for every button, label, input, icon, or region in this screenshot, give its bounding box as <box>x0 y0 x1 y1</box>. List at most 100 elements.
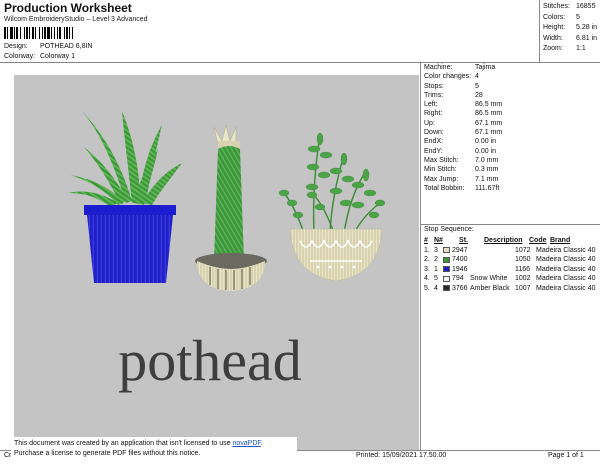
spec-value: 7.1 mm <box>475 175 499 183</box>
colorway-row: Colorway: Colorway 1 <box>4 53 75 60</box>
notice-text: This document was created by an applicat… <box>14 440 233 447</box>
spec-value: 67.1 mm <box>475 119 503 127</box>
spec-row: Up: 67.1 mm <box>424 119 502 128</box>
stop-sequence-title: Stop Sequence: <box>424 226 474 233</box>
summary-row: Stitches: 16855 <box>543 2 597 13</box>
summary-label: Height: <box>543 24 566 31</box>
stitch-cell: 794 <box>443 274 470 284</box>
summary-row: Width: 6.81 in <box>543 34 597 45</box>
summary-value: 6.81 in <box>576 34 598 42</box>
summary-value: 5 <box>576 13 580 21</box>
needle-number: 1 <box>434 265 438 273</box>
spec-label: Trims: <box>424 91 444 99</box>
thread-brand: Madeira Classic 40 <box>536 265 596 273</box>
stop-sequence-table: # N# St. Description Code Brand 1. 3 2947 1… <box>424 236 600 293</box>
spec-row: Stops: 5 <box>424 82 502 91</box>
thread-brand: Madeira Classic 40 <box>536 246 596 254</box>
needle-number: 3 <box>434 246 438 254</box>
spec-value: 28 <box>475 91 483 99</box>
needle-number: 5 <box>434 275 438 282</box>
col-header: Description <box>484 237 523 244</box>
stitch-count: 3766 <box>452 284 468 292</box>
spec-label: Total Bobbin: <box>424 184 465 192</box>
spec-label: Right: <box>424 110 443 118</box>
spec-row: Machine: Tajima <box>424 63 502 72</box>
spec-row: EndY: 0.00 in <box>424 147 502 156</box>
spec-label: Down: <box>424 129 444 137</box>
spec-value: 0.00 in <box>475 147 497 155</box>
spec-value: 67.1 mm <box>475 129 503 137</box>
stop-row: 3. 1 1946 1166 Madeira Classic 40 <box>424 265 600 275</box>
page-title: Production Worksheet <box>4 1 132 15</box>
stop-row: 1. 3 2947 1072 Madeira Classic 40 <box>424 246 600 256</box>
summary-value: 1:1 <box>576 45 586 52</box>
thread-code: 1007 <box>515 284 531 292</box>
stitch-cell: 3766 <box>443 284 470 294</box>
color-swatch <box>443 247 450 254</box>
spec-value: 7.0 mm <box>475 156 499 164</box>
succulent-plant <box>278 132 386 282</box>
machine-specs: Machine: Tajima Color changes: 4 Stops: 5 Trim… <box>424 63 502 193</box>
stop-sequence-header: # N# St. Description Code Brand <box>424 236 600 246</box>
stitch-cell: 1946 <box>443 265 470 275</box>
stitch-count: 794 <box>452 275 464 282</box>
aloe-plant <box>68 111 182 283</box>
spec-label: Up: <box>424 119 435 127</box>
col-header: St. <box>459 237 468 244</box>
stop-index: 5. <box>424 284 430 292</box>
spec-label: Stops: <box>424 82 444 90</box>
spec-value: 111.67ft <box>475 184 500 192</box>
spec-label: Max Jump: <box>424 175 459 183</box>
summary-value: 5.28 in <box>576 24 598 31</box>
spec-row: Trims: 28 <box>424 91 502 100</box>
summary-label: Stitches: <box>543 3 570 10</box>
spec-label: Left: <box>424 101 438 109</box>
spec-row: Total Bobbin: 111.67ft <box>424 184 502 193</box>
thread-description: Amber Black <box>470 284 510 292</box>
stop-row: 5. 4 3766 Amber Black 1007 Madeira Classic 40 <box>424 284 600 294</box>
summary-label: Width: <box>543 34 563 42</box>
col-header: Brand <box>550 237 571 244</box>
design-label: Design: <box>4 43 28 50</box>
pothead-text: pothead <box>118 328 302 393</box>
design-preview: pothead <box>14 75 419 450</box>
spec-row: Color changes: 4 <box>424 72 502 81</box>
stitch-cell: 2947 <box>443 246 470 256</box>
printed-timestamp: Printed: 15/09/2021 17.50.00 <box>356 452 447 459</box>
stop-index: 2. <box>424 256 430 263</box>
spec-label: Color changes: <box>424 73 472 81</box>
stop-index: 4. <box>424 275 430 282</box>
spec-row: EndX: 0.00 in <box>424 137 502 146</box>
spec-row: Max Stitch: 7.0 mm <box>424 156 502 165</box>
spec-row: Down: 67.1 mm <box>424 128 502 137</box>
col-header: Code <box>529 237 547 244</box>
novapdf-link[interactable]: novaPDF <box>232 440 260 447</box>
summary-row: Height: 5.28 in <box>543 23 597 34</box>
cactus-plant <box>195 124 267 291</box>
spec-label: EndY: <box>424 147 443 155</box>
stitch-count: 1946 <box>452 265 468 273</box>
summary-label: Zoom: <box>543 45 563 52</box>
divider <box>420 62 421 450</box>
summary-row: Colors: 5 <box>543 13 597 24</box>
col-header: N# <box>434 237 443 244</box>
colorway-value: Colorway 1 <box>39 53 75 60</box>
divider <box>539 0 540 62</box>
color-swatch <box>443 275 450 282</box>
needle-number: 4 <box>434 284 438 292</box>
spec-label: Machine: <box>424 64 453 71</box>
thread-brand: Madeira Classic 40 <box>536 284 596 292</box>
colorway-label: Colorway: <box>4 53 36 60</box>
summary-stats: Stitches: 16855 Colors: 5 Height: 5.28 in W… <box>543 2 597 55</box>
stop-index: 3. <box>424 265 430 273</box>
color-swatch <box>443 285 450 292</box>
spec-value: 0.00 in <box>475 138 497 146</box>
summary-row: Zoom: 1:1 <box>543 44 597 55</box>
design-value: POTHEAD 6,8IN <box>39 43 93 50</box>
barcode-bar <box>73 27 76 39</box>
stop-row: 4. 5 794 Snow White 1002 Madeira Classic 40 <box>424 274 600 284</box>
needle-number: 2 <box>434 256 438 263</box>
stop-row: 2. 2 7400 1050 Madeira Classic 40 <box>424 255 600 265</box>
col-header: # <box>424 237 428 244</box>
divider <box>0 62 600 63</box>
